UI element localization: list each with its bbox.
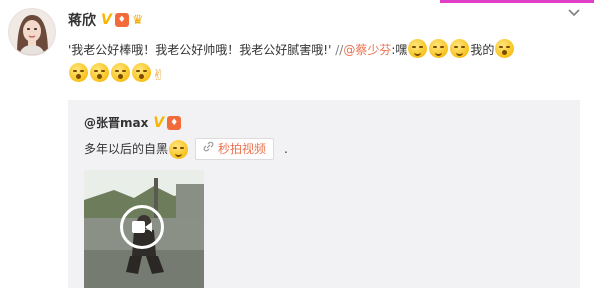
smirk-emoji-icon [408, 39, 428, 58]
trailing-dot: . [284, 142, 288, 156]
chevron-down-icon[interactable] [568, 6, 580, 20]
surprised-emoji-icon [111, 63, 130, 82]
avatar-image [9, 9, 55, 55]
verified-icon[interactable]: V [153, 115, 164, 131]
avatar[interactable] [8, 8, 56, 56]
play-video-icon[interactable] [120, 205, 164, 249]
surprised-emoji-icon [495, 39, 515, 58]
smirk-emoji-icon [429, 39, 449, 58]
crown-icon[interactable]: ♛ [132, 13, 144, 28]
post-header: 蒋欣 V ♦ ♛ [68, 10, 144, 30]
smirk-emoji-icon [169, 139, 189, 159]
repost-text: 多年以后的自黑 [84, 142, 169, 156]
post-text: '我老公好棒哦！我老公好帅哦！我老公好腻害哦!' [68, 43, 332, 57]
repost-header: @张晋max V ♦ [84, 114, 182, 131]
repost-text-row: 多年以后的自黑 秒拍视频 . [84, 138, 288, 160]
post-username[interactable]: 蒋欣 [68, 10, 96, 30]
post-text-after-mention: :嘿 [391, 43, 408, 57]
vip-icon[interactable]: ♦ [114, 13, 129, 27]
vip-icon[interactable]: ♦ [167, 115, 182, 130]
verified-icon[interactable]: V [101, 12, 112, 28]
surprised-emoji-icon [69, 63, 88, 82]
repost-card: @张晋max V ♦ 多年以后的自黑 秒拍视频 . [68, 100, 580, 288]
top-accent-line [440, 0, 594, 3]
video-link-label: 秒拍视频 [218, 142, 267, 156]
surprised-emoji-icon [90, 63, 109, 82]
video-thumbnail[interactable] [84, 170, 204, 288]
link-icon [203, 138, 214, 160]
rock-hand-emoji-icon: ✌ [152, 66, 165, 84]
mention-link[interactable]: @蔡少芬 [343, 43, 391, 57]
repost-username[interactable]: @张晋max [84, 114, 148, 131]
surprised-emoji-icon [132, 63, 151, 82]
post-content: '我老公好棒哦！我老公好帅哦！我老公好腻害哦!' //@蔡少芬:嘿 我的 ✌ [68, 38, 580, 87]
post-text-mid: 我的 [470, 43, 495, 57]
video-link-chip[interactable]: 秒拍视频 [195, 138, 275, 160]
smirk-emoji-icon [450, 39, 470, 58]
